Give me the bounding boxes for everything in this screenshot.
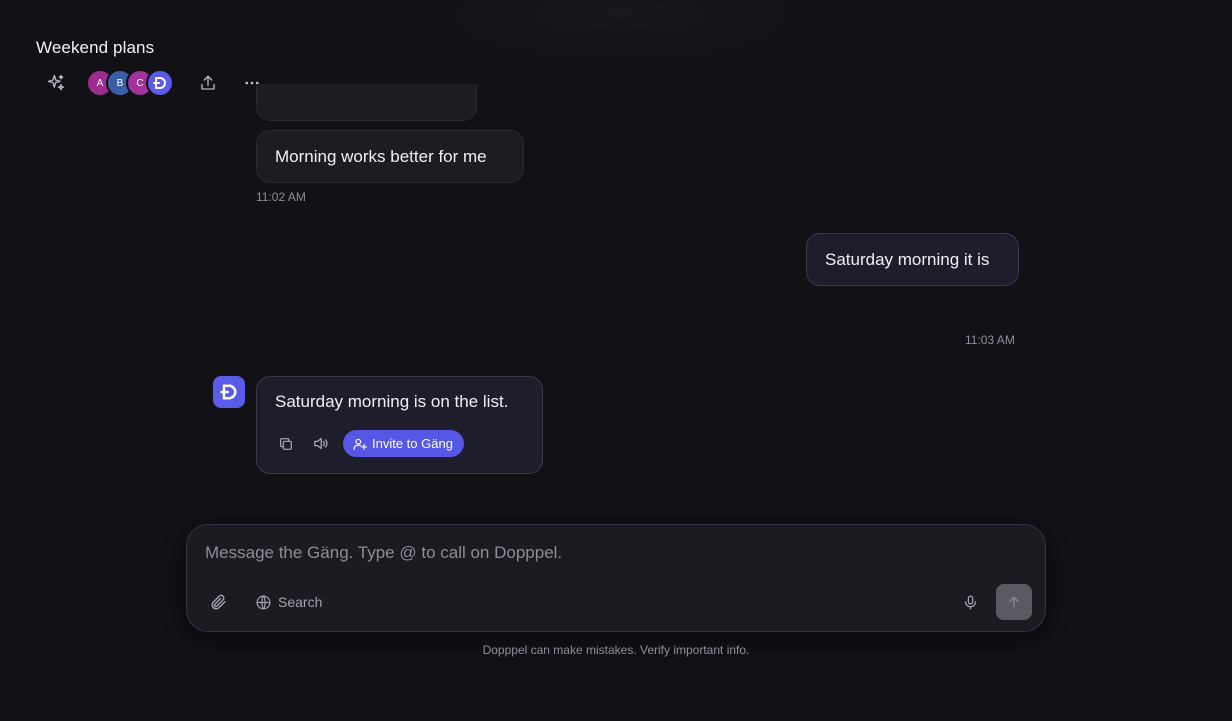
invite-button-label: Invite to Gäng: [372, 436, 453, 451]
chat-title: Weekend plans: [36, 38, 155, 57]
add-user-icon: [353, 438, 367, 450]
assistant-message-bubble: Saturday morning is on the list. Invite …: [256, 376, 543, 474]
message-bubble-partial: [256, 84, 477, 121]
speaker-icon[interactable]: [309, 433, 331, 455]
paperclip-icon[interactable]: [207, 591, 229, 613]
dopppel-avatar: [213, 376, 245, 408]
message-bubble: Morning works better for me: [256, 130, 524, 183]
invite-to-gang-button[interactable]: Invite to Gäng: [343, 430, 464, 457]
participant-avatars[interactable]: A B C: [86, 69, 174, 97]
dopppel-logo-icon: [220, 384, 237, 400]
message-actions: Invite to Gäng: [275, 430, 524, 457]
chat-toolbar: A B C: [44, 69, 264, 97]
copy-icon[interactable]: [275, 433, 297, 455]
message-timestamp: 11:03 AM: [965, 333, 1015, 347]
message-timestamp: 11:02 AM: [256, 190, 306, 204]
top-glow: [400, 0, 840, 70]
search-toggle-button[interactable]: Search: [255, 591, 322, 613]
user-message-bubble: Saturday morning it is: [806, 233, 1019, 286]
disclaimer-text: Dopppel can make mistakes. Verify import…: [482, 643, 750, 657]
search-label: Search: [278, 594, 323, 610]
globe-icon: [256, 594, 271, 610]
message-input[interactable]: [205, 543, 1025, 563]
dopppel-logo-icon[interactable]: [146, 69, 174, 97]
chat-page: Weekend plans A B C Morning works better…: [0, 0, 1232, 721]
message-composer: Search: [186, 524, 1046, 632]
send-button[interactable]: [996, 584, 1032, 620]
microphone-icon[interactable]: [959, 591, 981, 613]
share-icon[interactable]: [196, 71, 220, 95]
arrow-up-icon: [1009, 596, 1019, 608]
sparkle-icon[interactable]: [44, 71, 68, 95]
assistant-message-text: Saturday morning is on the list.: [275, 392, 509, 411]
